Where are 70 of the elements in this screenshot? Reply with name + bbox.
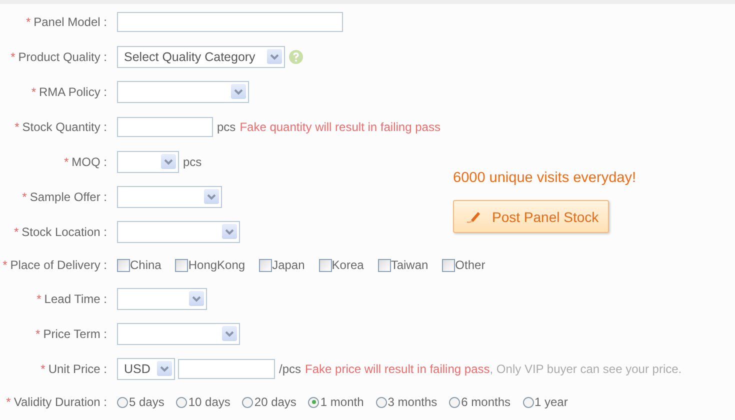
unit-label: pcs: [183, 154, 202, 168]
required-mark: *: [10, 50, 16, 64]
required-mark: *: [40, 362, 46, 376]
checkbox-label: Other: [455, 258, 486, 272]
field-label: Stock Quantity :: [22, 120, 107, 134]
input-field[interactable]: [117, 116, 213, 136]
currency-select[interactable]: USD: [117, 358, 175, 380]
warning-text: Fake quantity will result in failing pass: [240, 120, 440, 134]
required-mark: *: [31, 84, 36, 98]
help-icon[interactable]: [289, 50, 303, 64]
select-dropdown[interactable]: [117, 322, 240, 344]
field-label: Price Term :: [43, 326, 107, 340]
select-dropdown[interactable]: Select Quality Category: [117, 46, 285, 68]
field-label: Lead Time :: [44, 292, 107, 306]
note-text: , Only VIP buyer can see your price.: [490, 362, 682, 376]
required-mark: *: [64, 154, 69, 168]
required-mark: *: [22, 190, 27, 204]
radio-label: 6 months: [461, 395, 510, 409]
field-label: RMA Policy :: [38, 84, 107, 98]
unit-label: pcs: [217, 120, 236, 134]
radio-label: 1 year: [534, 395, 568, 409]
radio-label: 5 days: [129, 395, 164, 409]
field-label: MOQ :: [72, 154, 107, 168]
required-mark: *: [26, 14, 31, 28]
radio-label: 3 months: [388, 395, 438, 409]
checkbox-label: Japan: [272, 258, 305, 272]
required-mark: *: [14, 120, 20, 134]
select-dropdown[interactable]: [117, 80, 249, 102]
checkbox-label: China: [130, 258, 162, 272]
checkbox[interactable]: [442, 258, 456, 272]
radio-button[interactable]: [242, 396, 254, 408]
select-dropdown[interactable]: [117, 288, 207, 310]
select-dropdown[interactable]: [117, 150, 179, 172]
checkbox[interactable]: [175, 258, 188, 272]
checkbox[interactable]: [318, 258, 332, 272]
radio-button[interactable]: [176, 396, 188, 408]
promo-headline: 6000 unique visits everyday!: [453, 170, 636, 186]
field-label: Panel Model :: [34, 14, 107, 28]
required-mark: *: [6, 395, 11, 409]
radio-button[interactable]: [117, 396, 128, 408]
checkbox[interactable]: [259, 258, 272, 272]
checkbox[interactable]: [117, 258, 130, 272]
radio-label: 1 month: [320, 395, 364, 409]
select-dropdown[interactable]: [117, 220, 240, 242]
radio-button[interactable]: [376, 396, 387, 408]
radio-button[interactable]: [308, 396, 320, 408]
unit-label: /pcs: [279, 362, 302, 376]
field-label: Unit Price :: [48, 362, 107, 376]
checkbox[interactable]: [378, 258, 391, 272]
checkbox-label: HongKong: [188, 258, 246, 272]
select-dropdown[interactable]: [117, 186, 222, 208]
pencil-icon: [466, 210, 482, 224]
warning-text: Fake price will result in failing pass: [305, 362, 490, 376]
field-label: Sample Offer :: [30, 190, 107, 204]
checkbox-label: Korea: [332, 258, 364, 272]
field-label: Validity Duration :: [14, 395, 107, 409]
price-input[interactable]: [178, 358, 275, 378]
required-mark: *: [14, 224, 19, 238]
field-label: Stock Location :: [22, 224, 107, 238]
radio-label: 20 days: [254, 395, 296, 409]
radio-button[interactable]: [522, 396, 534, 408]
required-mark: *: [36, 326, 40, 340]
radio-button[interactable]: [449, 396, 460, 408]
required-mark: *: [36, 292, 42, 306]
required-mark: *: [2, 258, 8, 272]
field-label: Place of Delivery :: [10, 258, 107, 272]
input-field[interactable]: [117, 12, 343, 32]
checkbox-label: Taiwan: [390, 258, 428, 272]
field-label: Product Quality :: [18, 50, 107, 64]
radio-label: 10 days: [188, 395, 230, 409]
